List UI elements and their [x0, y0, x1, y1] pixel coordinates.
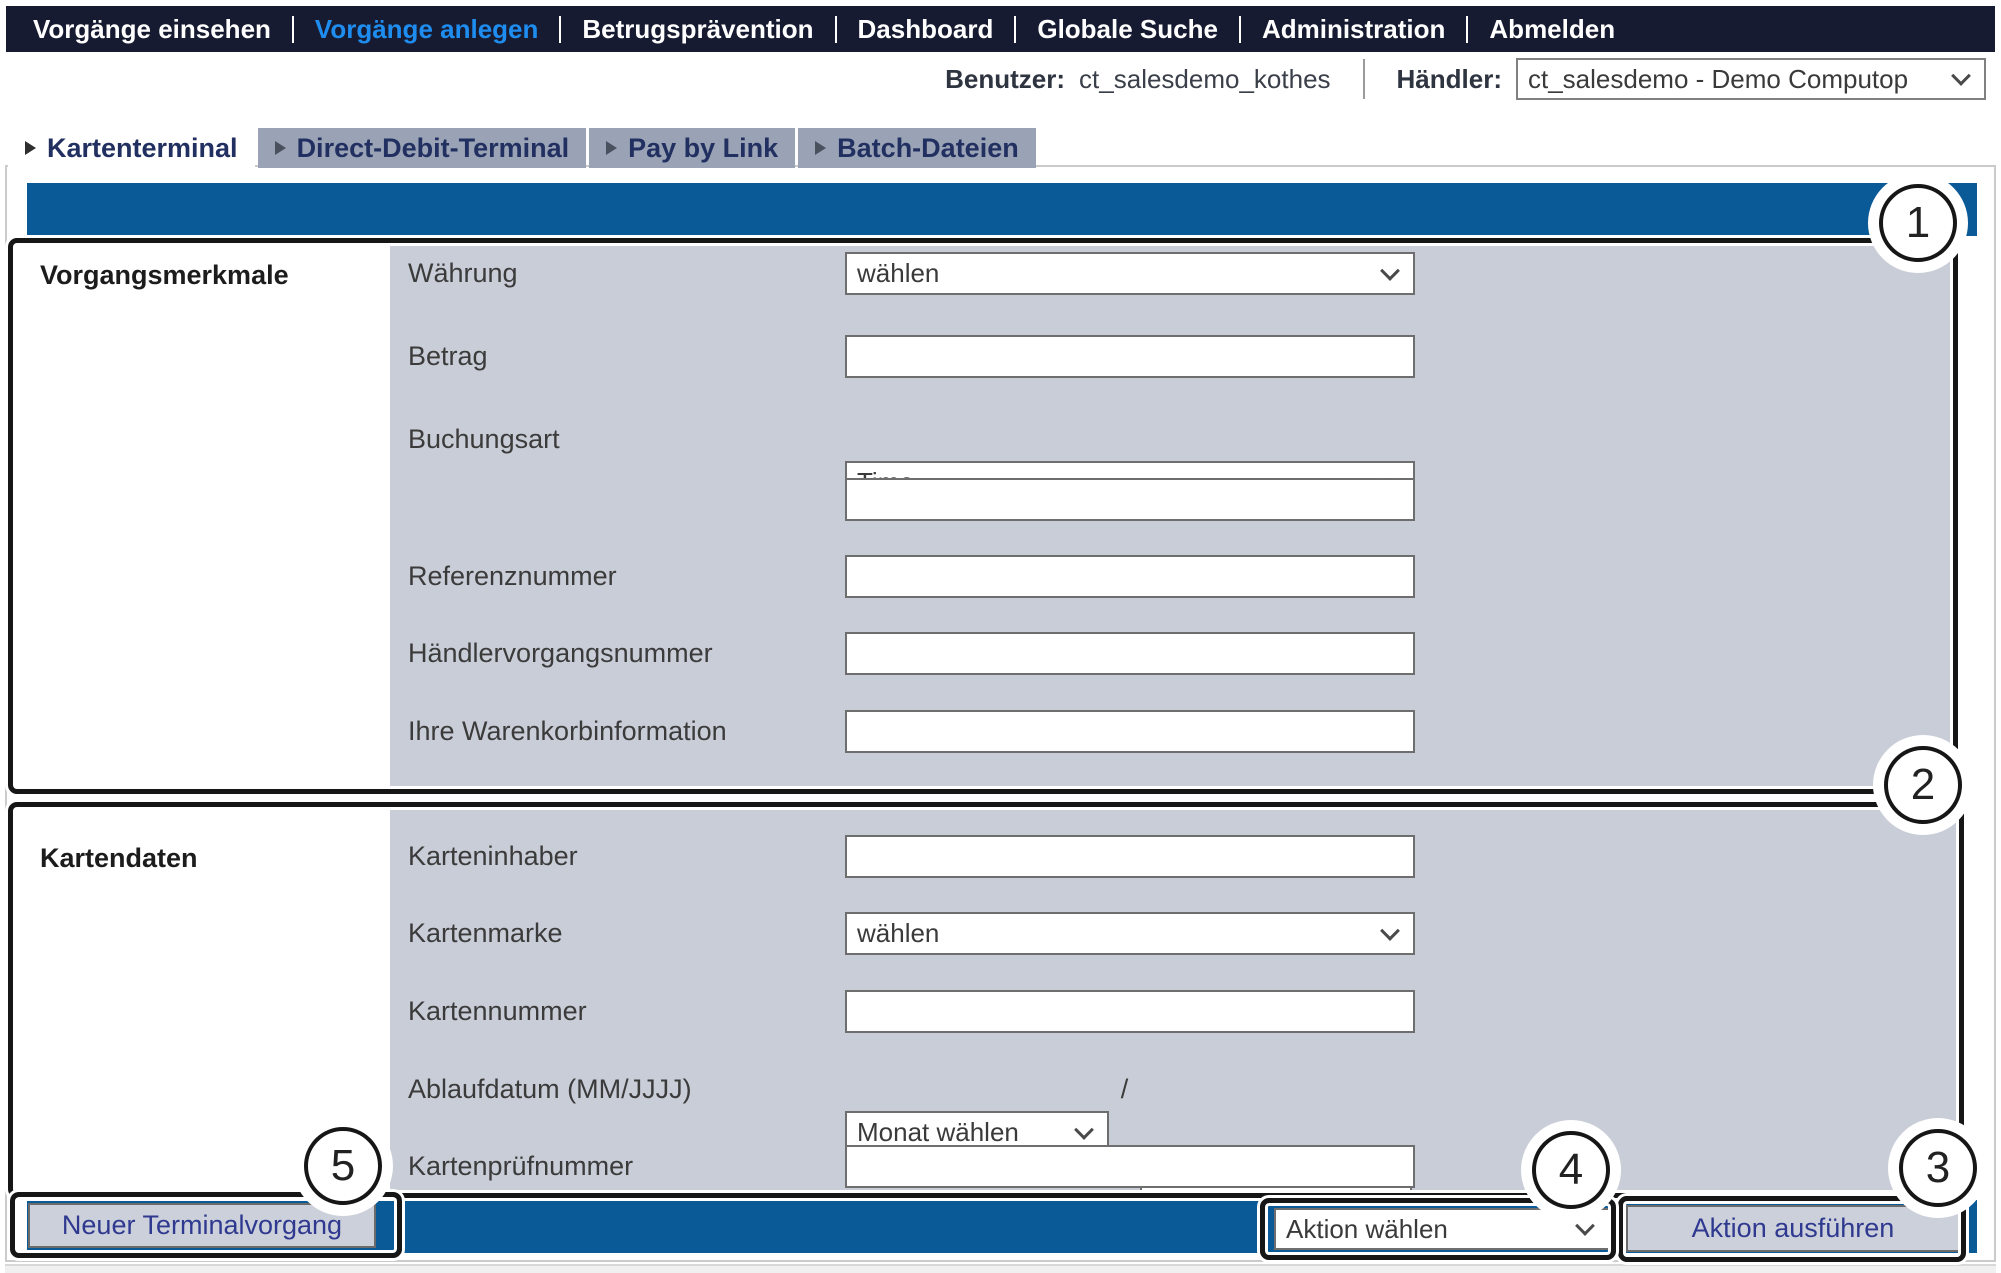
karteninhaber-input[interactable] — [845, 835, 1415, 878]
section-kartendaten: Kartendaten Karteninhaber Kartenmarke wähle… — [16, 806, 1961, 1198]
tab-pay-by-link[interactable]: Pay by Link — [589, 128, 795, 168]
field-label: Währung — [408, 252, 518, 295]
tab-label: Direct-Debit-Terminal — [297, 133, 570, 164]
field-label: Kartennummer — [408, 990, 587, 1033]
benutzer-value: ct_salesdemo_kothes — [1079, 64, 1330, 95]
nav-item-globale-suche[interactable]: Globale Suche — [1016, 14, 1239, 45]
field-label: Referenznummer — [408, 555, 617, 598]
kartenpruefnummer-input[interactable] — [845, 1145, 1415, 1188]
nav-item-abmelden[interactable]: Abmelden — [1468, 14, 1636, 45]
tab-arrow-icon — [275, 141, 286, 155]
tab-arrow-icon — [815, 141, 826, 155]
kartenmarke-select-value: wählen — [857, 918, 939, 949]
nav-item-administration[interactable]: Administration — [1241, 14, 1466, 45]
warenkorbinformation-input[interactable] — [845, 710, 1415, 753]
section-title: Vorgangsmerkmale — [40, 254, 289, 297]
kartenmarke-select[interactable]: wählen — [845, 912, 1415, 955]
user-bar-divider — [1363, 59, 1365, 99]
tab-kartenterminal[interactable]: Kartenterminal — [8, 128, 255, 168]
date-separator: / — [1109, 1068, 1140, 1111]
kartennummer-input[interactable] — [845, 990, 1415, 1033]
page: Vorgänge einsehenVorgänge anlegenBetrugs… — [0, 0, 2001, 1273]
nav-item-dashboard[interactable]: Dashboard — [837, 14, 1015, 45]
waehrung-select[interactable]: wählen — [845, 252, 1415, 295]
field-label: Kartenprüfnummer — [408, 1145, 633, 1188]
chevron-down-icon — [1380, 921, 1400, 941]
aktion-select[interactable]: Aktion wählen — [1274, 1208, 1610, 1250]
nav-item-vorgaenge-anlegen[interactable]: Vorgänge anlegen — [294, 14, 559, 45]
ablaufdatum-monat-select-value: Monat wählen — [857, 1117, 1019, 1148]
field-label: Ablaufdatum (MM/JJJJ) — [408, 1068, 692, 1111]
tab-label: Kartenterminal — [47, 133, 238, 164]
tab-label: Pay by Link — [628, 133, 778, 164]
haendlervorgangsnummer-input[interactable] — [845, 632, 1415, 675]
haendler-select-value: ct_salesdemo - Demo Computop — [1528, 64, 1908, 95]
new-terminal-button[interactable]: Neuer Terminalvorgang — [28, 1203, 376, 1248]
chevron-down-icon — [1074, 1120, 1094, 1140]
haendler-select[interactable]: ct_salesdemo - Demo Computop — [1516, 58, 1986, 100]
field-label: Ihre Warenkorbinformation — [408, 710, 727, 753]
top-nav: Vorgänge einsehenVorgänge anlegenBetrugs… — [6, 6, 1995, 52]
field-label: Kartenmarke — [408, 912, 563, 955]
aktion-select-value: Aktion wählen — [1286, 1214, 1448, 1245]
nav-item-vorgaenge-einsehen[interactable]: Vorgänge einsehen — [12, 14, 292, 45]
section-vorgangsmerkmale: Vorgangsmerkmale Währung wählen Betrag Buchu… — [16, 246, 1961, 788]
field-label: Buchungsart — [408, 418, 560, 461]
tab-row: Kartenterminal Direct-Debit-Terminal Pay b… — [8, 128, 1039, 168]
tab-direct-debit-terminal[interactable]: Direct-Debit-Terminal — [258, 128, 587, 168]
chevron-down-icon — [1951, 66, 1971, 86]
haendler-label: Händler: — [1397, 64, 1502, 95]
field-label: Betrag — [408, 335, 488, 378]
section-title: Kartendaten — [40, 837, 198, 880]
benutzer-label: Benutzer: — [945, 64, 1065, 95]
tab-batch-dateien[interactable]: Batch-Dateien — [798, 128, 1036, 168]
field-label: Karteninhaber — [408, 835, 578, 878]
bottom-strip — [5, 1264, 1996, 1273]
chevron-down-icon — [1575, 1216, 1595, 1236]
toolbar-top — [27, 183, 1977, 236]
action-execute-button[interactable]: Aktion ausführen — [1626, 1205, 1960, 1252]
betrag-input[interactable] — [845, 335, 1415, 378]
buchungsart-zusatz-input[interactable] — [845, 478, 1415, 521]
field-label: Händlervorgangsnummer — [408, 632, 713, 675]
nav-item-betrugspraevention[interactable]: Betrugsprävention — [561, 14, 834, 45]
tab-label: Batch-Dateien — [837, 133, 1019, 164]
waehrung-select-value: wählen — [857, 258, 939, 289]
referenznummer-input[interactable] — [845, 555, 1415, 598]
user-bar: Benutzer: ct_salesdemo_kothes Händler: c… — [0, 56, 1986, 102]
chevron-down-icon — [1380, 261, 1400, 281]
tab-arrow-icon — [25, 141, 36, 155]
tab-arrow-icon — [606, 141, 617, 155]
